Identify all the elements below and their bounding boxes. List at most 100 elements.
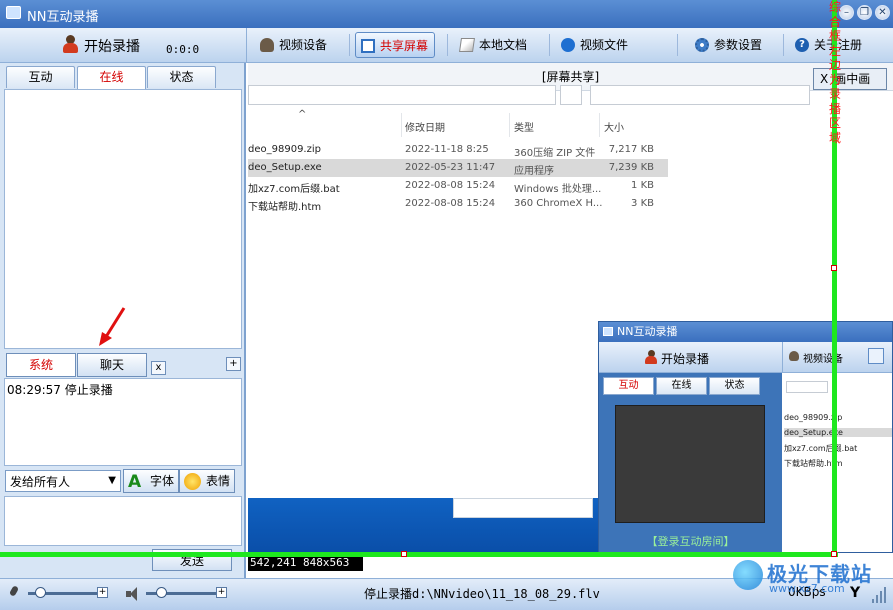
captured-login-room-link: 【登录互动房间】 <box>646 535 735 548</box>
capture-resize-handle[interactable] <box>831 265 837 271</box>
captured-tab-interactive: 互动 <box>603 377 654 395</box>
file-type: 360 ChromeX H... <box>514 198 603 209</box>
capture-resize-handle[interactable] <box>831 551 837 557</box>
explorer-refresh-button <box>560 85 582 105</box>
share-screen-button[interactable]: 共享屏幕 <box>355 32 436 58</box>
play-icon <box>561 38 575 52</box>
gear-icon <box>695 38 709 52</box>
tab-chat[interactable]: 聊天 <box>77 353 147 377</box>
explorer-search-box <box>590 85 810 105</box>
smiley-icon <box>184 473 201 490</box>
speaker-icon[interactable] <box>126 587 140 601</box>
captured-video-preview <box>615 405 765 523</box>
add-chat-tab-button[interactable]: + <box>226 357 241 371</box>
send-to-select[interactable]: 发给所有人 ▼ <box>5 470 121 492</box>
file-size: 7,239 KB <box>608 162 654 173</box>
settings-label: 参数设置 <box>714 38 763 52</box>
title-bar: NN互动录播 – ❐ ✕ <box>0 0 893 28</box>
captured-file-view: deo_98909.zip deo_Setup.exe 加xz7.com后缀.b… <box>782 373 892 552</box>
presenter-icon <box>645 350 657 364</box>
video-device-button[interactable]: 视频设备 <box>255 32 333 58</box>
annotation-arrow-icon <box>99 307 126 346</box>
chat-log-line: 08:29:57 停止录播 <box>7 383 113 397</box>
capture-resize-handle[interactable] <box>401 551 407 557</box>
capture-frame-bottom[interactable] <box>0 552 838 557</box>
signal-strength-icon <box>872 587 888 603</box>
captured-app-window: NN互动录播 开始录播 视频设备 互动 在线 状态 【登录互动房间】 deo_9… <box>598 321 893 553</box>
video-file-button[interactable]: 视频文件 <box>556 32 634 58</box>
close-share-icon: X <box>820 72 829 86</box>
shared-screen-area: [屏幕共享] X 画中画 ^ 修改日期 类型 大小 deo_98909.zip 2… <box>248 63 893 578</box>
help-icon: ? <box>795 38 809 52</box>
record-header: 开始录播 0:0:0 <box>0 28 246 63</box>
capture-region-label: 综合框左边为录播区域 <box>828 0 841 145</box>
main-toolbar: 视频设备 共享屏幕 本地文档 视频文件 参数设置 ? 关于注册 <box>246 28 893 63</box>
file-size: 7,217 KB <box>608 144 654 155</box>
captured-video-device-label: 视频设备 <box>803 354 843 365</box>
file-type: Windows 批处理... <box>514 184 602 195</box>
desktop-window-fragment <box>453 498 593 518</box>
screen-icon <box>361 39 375 53</box>
file-date: 2022-08-08 15:24 <box>405 180 496 191</box>
sort-indicator: ^ <box>298 109 307 120</box>
local-document-button[interactable]: 本地文档 <box>455 32 533 58</box>
mic-plus-button[interactable]: + <box>97 587 108 598</box>
column-date: 修改日期 <box>405 123 445 134</box>
file-date: 2022-11-18 8:25 <box>405 144 489 155</box>
microphone-icon[interactable] <box>8 586 20 602</box>
tab-status[interactable]: 状态 <box>147 66 216 88</box>
chevron-down-icon: ▼ <box>108 475 116 486</box>
capture-coordinates: 542,241 848x563 <box>248 555 363 571</box>
captured-file-row: 加xz7.com后缀.bat <box>784 444 858 453</box>
speaker-plus-button[interactable]: + <box>216 587 227 598</box>
document-icon <box>459 38 475 52</box>
speaker-volume-slider[interactable] <box>146 587 222 598</box>
emoji-label: 表情 <box>206 474 231 488</box>
user-icon <box>260 38 274 52</box>
tab-interactive[interactable]: 互动 <box>6 66 75 88</box>
file-size: 3 KB <box>631 198 654 209</box>
captured-tab-online: 在线 <box>656 377 707 395</box>
close-button[interactable]: ✕ <box>875 5 890 20</box>
speaker-volume-knob[interactable] <box>156 587 167 598</box>
captured-toolbar: 视频设备 <box>782 342 892 373</box>
captured-window-title: NN互动录播 <box>617 325 678 338</box>
column-type: 类型 <box>514 123 534 134</box>
file-row: deo_Setup.exe 2022-05-23 11:47 应用程序 7,23… <box>248 159 668 177</box>
tab-system[interactable]: 系统 <box>6 353 76 377</box>
status-text: 停止录播d:\NNvideo\11_18_08_29.flv <box>364 587 600 601</box>
presenter-icon <box>62 35 78 53</box>
restore-button[interactable]: ❐ <box>857 5 872 20</box>
send-to-value: 发给所有人 <box>10 475 71 489</box>
app-icon <box>6 6 21 19</box>
captured-record-header: 开始录播 <box>599 342 782 373</box>
shared-screen-title: [屏幕共享] <box>541 70 600 84</box>
app-icon <box>603 327 613 336</box>
chat-log: 08:29:57 停止录播 <box>4 378 242 466</box>
desktop-background <box>248 498 598 553</box>
file-row: 下载站帮助.htm 2022-08-08 15:24 360 ChromeX H… <box>248 195 668 213</box>
captured-record-label: 开始录播 <box>661 352 710 366</box>
file-name: deo_Setup.exe <box>248 162 322 173</box>
captured-tab-status: 状态 <box>709 377 760 395</box>
picture-in-picture-button[interactable]: X 画中画 <box>813 68 887 90</box>
settings-button[interactable]: 参数设置 <box>690 32 768 58</box>
emoji-button[interactable]: 表情 <box>179 469 235 493</box>
watermark-logo-icon <box>733 560 763 590</box>
video-file-label: 视频文件 <box>580 38 629 52</box>
close-chat-tab-button[interactable]: x <box>151 361 166 375</box>
font-button[interactable]: A 字体 <box>123 469 179 493</box>
file-name: 加xz7.com后缀.bat <box>248 184 340 195</box>
start-record-label: 开始录播 <box>84 39 140 55</box>
microphone-volume-knob[interactable] <box>35 587 46 598</box>
user-icon <box>789 351 799 361</box>
window-title: NN互动录播 <box>27 10 99 25</box>
explorer-address-bar <box>248 85 556 105</box>
tab-online[interactable]: 在线 <box>77 66 146 89</box>
microphone-volume-slider[interactable] <box>28 587 104 598</box>
file-name: 下载站帮助.htm <box>248 202 322 213</box>
message-input[interactable] <box>4 496 242 546</box>
captured-left-panel: 互动 在线 状态 【登录互动房间】 <box>599 373 782 552</box>
record-timer: 0:0:0 <box>166 43 200 56</box>
watermark-url: www.xz7.com <box>769 582 845 595</box>
